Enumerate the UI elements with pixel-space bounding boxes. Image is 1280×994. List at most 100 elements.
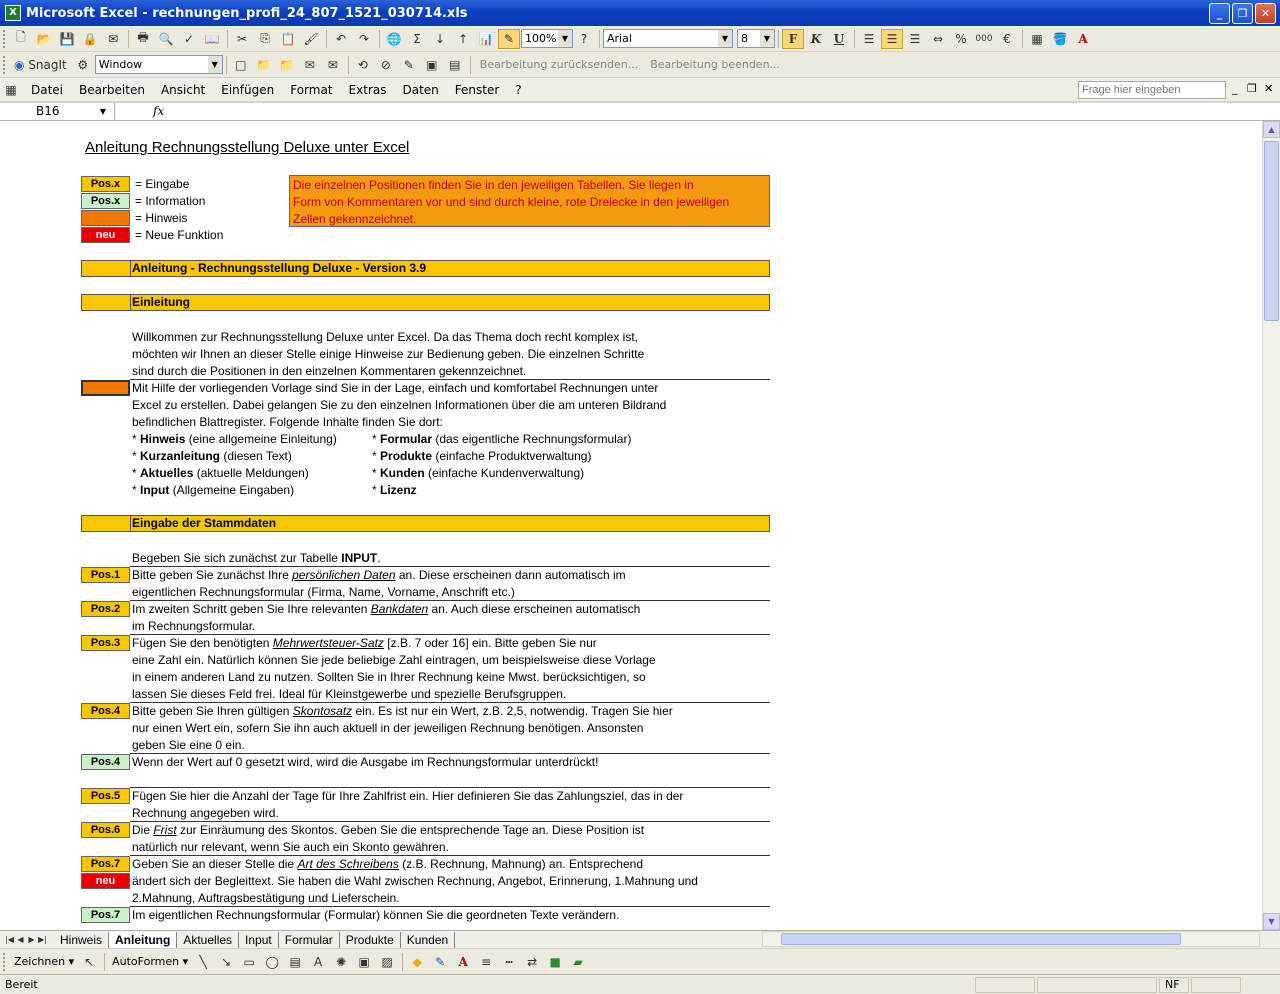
sort-descending-icon[interactable]: ↑	[452, 29, 474, 49]
tab-input[interactable]: Input	[239, 931, 279, 948]
diagram-icon[interactable]: ✺	[330, 952, 352, 972]
merge-center-icon[interactable]: ⇔	[927, 29, 949, 49]
select-objects-icon[interactable]: ↖	[78, 952, 100, 972]
send-back-button[interactable]: Bearbeitung zurücksenden...	[474, 58, 644, 71]
first-sheet-icon[interactable]: |◀	[4, 935, 15, 944]
menu-fenster[interactable]: Fenster	[447, 83, 508, 97]
copy-icon[interactable]: ⎘	[254, 29, 276, 49]
workbook-minimize-icon[interactable]: _	[1232, 82, 1238, 95]
font-size-select[interactable]: 8 ▼	[737, 29, 775, 48]
underline-button[interactable]: U	[828, 29, 850, 49]
euro-button[interactable]: €	[996, 29, 1018, 49]
tab-anleitung[interactable]: Anleitung	[109, 931, 178, 948]
cut-icon[interactable]: ✂	[231, 29, 253, 49]
format-painter-icon[interactable]: 🖌	[300, 29, 322, 49]
scroll-down-icon[interactable]: ▼	[1263, 913, 1280, 930]
menu-daten[interactable]: Daten	[394, 83, 446, 97]
snagit-window-select[interactable]: Window ▼	[94, 55, 223, 74]
reviewing-icon[interactable]: ▣	[421, 55, 443, 75]
undo-icon[interactable]: ↶	[330, 29, 352, 49]
arrow-icon[interactable]: ↘	[215, 952, 237, 972]
workbook-icon[interactable]: ▦	[0, 80, 22, 100]
line-icon[interactable]: ╲	[192, 952, 214, 972]
menu-extras[interactable]: Extras	[341, 83, 395, 97]
reviewing-icon[interactable]: ⊘	[375, 55, 397, 75]
tab-formular[interactable]: Formular	[278, 931, 340, 948]
line-color-icon[interactable]: ✎	[429, 952, 451, 972]
thousands-button[interactable]: 000	[973, 29, 995, 49]
autosum-icon[interactable]: Σ	[406, 29, 428, 49]
scroll-thumb[interactable]	[781, 933, 1181, 945]
snagit-settings-icon[interactable]: ⚙	[72, 55, 94, 75]
paste-icon[interactable]: 📋	[277, 29, 299, 49]
menu-help[interactable]: ?	[507, 83, 529, 97]
horizontal-scrollbar[interactable]	[762, 931, 1260, 947]
permission-icon[interactable]: 🔒	[79, 29, 101, 49]
selected-cell-b16[interactable]	[81, 380, 130, 396]
tab-aktuelles[interactable]: Aktuelles	[177, 931, 240, 948]
fill-color-icon[interactable]: ◆	[406, 952, 428, 972]
toolbar-grip[interactable]	[3, 952, 7, 971]
end-review-button[interactable]: Bearbeitung beenden...	[644, 58, 786, 71]
autoshapes-button[interactable]: AutoFormen ▾	[108, 955, 192, 968]
reviewing-icon[interactable]: ✉	[299, 55, 321, 75]
last-sheet-icon[interactable]: ▶|	[37, 935, 48, 944]
oval-icon[interactable]: ◯	[261, 952, 283, 972]
tab-hinweis[interactable]: Hinweis	[54, 931, 110, 948]
hyperlink-icon[interactable]: 🌐	[383, 29, 405, 49]
print-preview-icon[interactable]: 🔍	[155, 29, 177, 49]
name-box[interactable]: B16 ▼	[0, 103, 115, 120]
scroll-up-icon[interactable]: ▲	[1263, 121, 1280, 138]
align-right-icon[interactable]: ☰	[904, 29, 926, 49]
fill-color-icon[interactable]: 🪣	[1049, 29, 1071, 49]
drawing-toggle-icon[interactable]: ✎	[498, 28, 520, 49]
font-select[interactable]: Arial ▼	[603, 29, 733, 48]
reviewing-icon[interactable]: 📁	[276, 55, 298, 75]
zoom-select[interactable]: 100% ▼	[521, 29, 573, 48]
reviewing-icon[interactable]: □	[230, 55, 252, 75]
tab-produkte[interactable]: Produkte	[339, 931, 401, 948]
prev-sheet-icon[interactable]: ◀	[15, 935, 26, 944]
menu-einfuegen[interactable]: Einfügen	[213, 83, 282, 97]
help-icon[interactable]: ?	[573, 29, 595, 49]
wordart-icon[interactable]: A	[307, 952, 329, 972]
menu-ansicht[interactable]: Ansicht	[153, 83, 213, 97]
menu-format[interactable]: Format	[282, 83, 340, 97]
arrow-style-icon[interactable]: ⇄	[521, 952, 543, 972]
reviewing-icon[interactable]: ✎	[398, 55, 420, 75]
3d-icon[interactable]: ▰	[567, 952, 589, 972]
chart-wizard-icon[interactable]: 📊	[475, 29, 497, 49]
close-button[interactable]: ✕	[1255, 2, 1276, 24]
new-icon[interactable]: 🗋	[10, 29, 32, 49]
email-icon[interactable]: ✉	[102, 29, 124, 49]
research-icon[interactable]: 📖	[201, 29, 223, 49]
vertical-scrollbar[interactable]: ▲ ▼	[1262, 121, 1280, 930]
rectangle-icon[interactable]: ▭	[238, 952, 260, 972]
clipart-icon[interactable]: ▣	[353, 952, 375, 972]
minimize-button[interactable]: _	[1209, 2, 1230, 24]
reviewing-icon[interactable]: ▤	[444, 55, 466, 75]
reviewing-icon[interactable]: ✉	[322, 55, 344, 75]
toolbar-grip[interactable]	[3, 55, 7, 74]
restore-button[interactable]: ❐	[1232, 2, 1253, 24]
draw-font-color-icon[interactable]: A	[452, 952, 474, 972]
snagit-button[interactable]: ◉ SnagIt	[10, 55, 71, 75]
reviewing-icon[interactable]: 📁	[253, 55, 275, 75]
print-icon[interactable]: 🖶	[132, 29, 154, 49]
menu-bearbeiten[interactable]: Bearbeiten	[71, 83, 153, 97]
textbox-icon[interactable]: ▤	[284, 952, 306, 972]
borders-icon[interactable]: ▦	[1026, 29, 1048, 49]
save-icon[interactable]: 💾	[56, 29, 78, 49]
draw-menu-button[interactable]: Zeichnen ▾	[10, 955, 78, 968]
align-left-icon[interactable]: ☰	[858, 29, 880, 49]
tab-kunden[interactable]: Kunden	[400, 931, 456, 948]
fx-icon[interactable]: fx	[153, 103, 164, 120]
dash-style-icon[interactable]: ┅	[498, 952, 520, 972]
next-sheet-icon[interactable]: ▶	[26, 935, 37, 944]
menu-datei[interactable]: Datei	[23, 83, 71, 97]
sort-ascending-icon[interactable]: ↓	[429, 29, 451, 49]
reviewing-icon[interactable]: ⟲	[352, 55, 374, 75]
align-center-icon[interactable]: ☰	[881, 28, 903, 49]
workbook-restore-icon[interactable]: ❐	[1247, 82, 1257, 95]
toolbar-grip[interactable]	[3, 29, 7, 48]
